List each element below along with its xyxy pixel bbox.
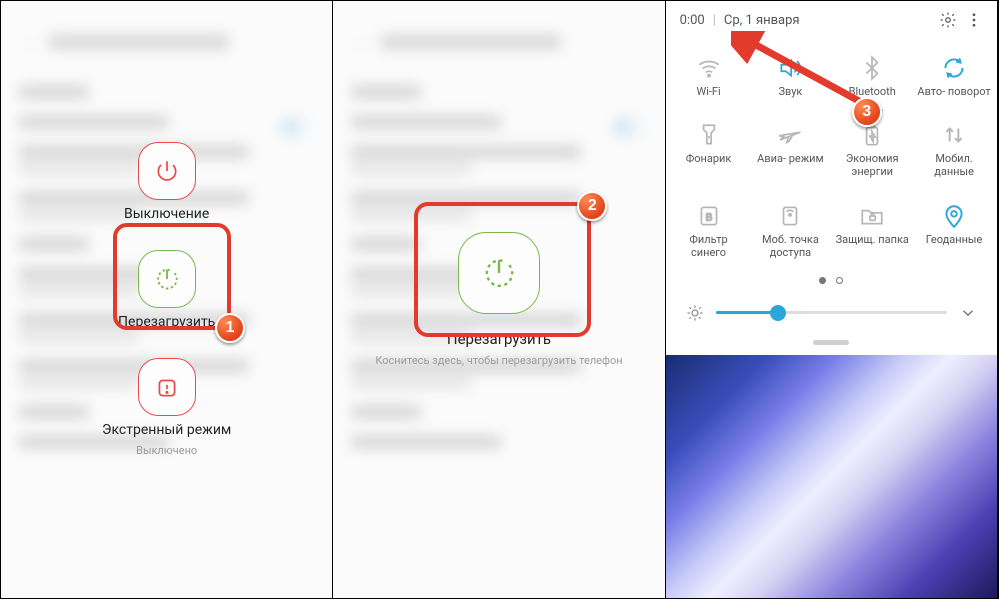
page-indicator[interactable]: [666, 269, 997, 298]
power-off-label: Выключение: [124, 206, 209, 222]
gear-icon[interactable]: [939, 11, 957, 29]
emergency-label: Экстренный режим: [102, 422, 231, 438]
hotspot-icon: [777, 203, 803, 229]
bluetooth-icon: [859, 55, 885, 81]
restart-label: Перезагрузить: [118, 314, 215, 330]
panel-quick-settings: 0:00 | Ср, 1 января Wi-Fi Звук Bluetooth…: [666, 1, 998, 598]
restart-hint: Коснитесь здесь, чтобы перезагрузить тел…: [375, 354, 622, 367]
status-time: 0:00: [680, 13, 705, 28]
more-icon[interactable]: [965, 11, 983, 29]
qs-wifi[interactable]: Wi-Fi: [668, 41, 750, 108]
qs-hotspot[interactable]: Моб. точка доступа: [749, 189, 831, 269]
airplane-icon: [777, 122, 803, 148]
bluefilter-icon: B: [696, 203, 722, 229]
restart-icon: [153, 265, 181, 293]
qs-flashlight[interactable]: Фонарик: [668, 108, 750, 188]
qs-bluefilter[interactable]: B Фильтр синего: [668, 189, 750, 269]
sound-icon: [777, 55, 803, 81]
panel-power-menu: ← Выключение Перезагрузить Эк: [1, 1, 333, 598]
mobiledata-icon: [941, 122, 967, 148]
step3-badge: 3: [852, 97, 882, 127]
panel-restart-confirm: ← Перезагрузить Коснитесь здесь, чтобы п…: [333, 1, 665, 598]
restart-icon: [480, 254, 518, 292]
qs-mobiledata[interactable]: Мобил. данные: [913, 108, 995, 188]
qs-sound[interactable]: Звук: [749, 41, 831, 108]
qs-autorotate[interactable]: Авто- поворот: [913, 41, 995, 108]
folder-lock-icon: [859, 203, 885, 229]
power-icon: [154, 158, 180, 184]
autorotate-icon: [941, 55, 967, 81]
flashlight-icon: [696, 122, 722, 148]
brightness-row: [666, 298, 997, 340]
brightness-icon: [686, 304, 704, 322]
drag-handle[interactable]: [813, 340, 849, 345]
brightness-slider[interactable]: [716, 311, 947, 314]
wallpaper: [666, 355, 997, 598]
emergency-icon: [154, 374, 180, 400]
quick-settings-grid: Wi-Fi Звук Bluetooth Авто- поворот Фонар…: [666, 35, 997, 269]
wifi-icon: [696, 55, 722, 81]
emergency-sub: Выключено: [136, 444, 197, 457]
restart-confirm-overlay: Перезагрузить Коснитесь здесь, чтобы пер…: [333, 1, 664, 598]
status-bar: 0:00 | Ср, 1 января: [666, 1, 997, 35]
svg-text:B: B: [705, 212, 712, 223]
emergency-button[interactable]: Экстренный режим Выключено: [102, 358, 231, 457]
step1-badge: 1: [215, 313, 245, 343]
qs-airplane[interactable]: Авиа- режим: [749, 108, 831, 188]
status-date[interactable]: Ср, 1 января: [724, 13, 800, 28]
qs-securefolder[interactable]: Защищ. папка: [831, 189, 913, 269]
restart-confirm-label: Перезагрузить: [447, 330, 551, 348]
power-off-button[interactable]: Выключение: [124, 142, 209, 222]
power-menu-overlay: Выключение Перезагрузить Экстренный режи…: [1, 1, 332, 598]
location-icon: [941, 203, 967, 229]
chevron-down-icon[interactable]: [959, 304, 977, 322]
qs-location[interactable]: Геоданные: [913, 189, 995, 269]
restart-confirm-button[interactable]: Перезагрузить: [447, 232, 551, 348]
restart-button[interactable]: Перезагрузить: [118, 250, 215, 330]
